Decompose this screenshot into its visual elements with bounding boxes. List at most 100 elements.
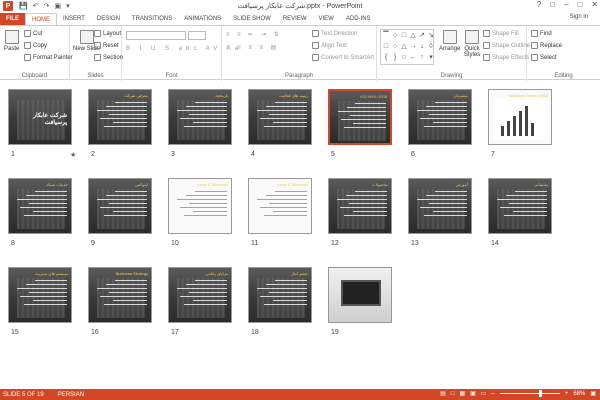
slide-thumbnail[interactable]: مشتریان [408, 89, 472, 145]
layout-label: Layout [103, 30, 122, 37]
format-painter-button[interactable]: Format Painter [24, 54, 73, 61]
tab-insert[interactable]: INSERT [57, 13, 91, 25]
transition-star-icon[interactable]: ★ [70, 151, 76, 159]
slide-thumbnail[interactable]: مزایای رقابتی [168, 267, 232, 323]
window-title: شرکت عابکار پرسپافت.pptx - PowerPoint [237, 3, 363, 10]
reset-label: Reset [103, 42, 119, 49]
tab-home[interactable]: HOME [25, 13, 57, 25]
notes-icon[interactable]: ▤ [440, 390, 446, 397]
font-name-combo[interactable] [126, 31, 186, 40]
close-icon[interactable]: ✕ [591, 0, 598, 9]
slide-thumbnail[interactable] [328, 267, 392, 323]
tab-transitions[interactable]: TRANSITIONS [126, 13, 178, 25]
slide-body-text [14, 280, 67, 308]
shapes-gallery[interactable]: ▔ ○ □ △ ↗ ↘ □ ○ △ → ↓ ◊ {} ☆ ← ↑ ▾ [380, 29, 434, 65]
text-direction-button[interactable]: Text Direction [312, 30, 357, 37]
slide-body-text [174, 102, 227, 130]
slide-thumbnail[interactable]: ISO 9001:2008 [328, 89, 392, 145]
slide-number: 8 [11, 240, 15, 247]
slide-thumbnail[interactable]: زمینه های فعالیت [248, 89, 312, 145]
slide-thumbnail[interactable]: Linux & Windows [248, 178, 312, 234]
slide-count[interactable]: SLIDE 5 OF 19 [3, 392, 44, 398]
normal-view-icon[interactable]: □ [451, 391, 455, 397]
ribbon-display-icon[interactable]: □ [550, 0, 555, 9]
start-from-beginning-icon[interactable]: ▣ [54, 2, 61, 10]
shape-fill-button[interactable]: Shape Fill [483, 30, 519, 37]
align-text-button[interactable]: Align Text [312, 42, 347, 49]
paste-button[interactable]: Paste [4, 30, 19, 52]
section-button[interactable]: Section [94, 54, 123, 61]
paragraph-group-label: Paragraph [284, 73, 314, 79]
redo-icon[interactable]: ↷ [44, 2, 50, 10]
slide-sorter[interactable]: شرکت عابکار پرسپافت 1 ★ معرفی شرکت 2 تاریخچه 3… [0, 81, 600, 389]
slide-heading: شرکت عابکار پرسپافت [33, 113, 67, 126]
undo-icon[interactable]: ↶ [33, 2, 39, 10]
slide-body-text [254, 191, 307, 219]
slide-thumbnail[interactable]: Windows Server 2008 [488, 89, 552, 145]
powerpoint-app-icon[interactable]: P [3, 1, 13, 11]
slide-thumbnail[interactable]: خدمات شبکه [8, 178, 72, 234]
select-button[interactable]: Select [531, 54, 557, 61]
align-text-label: Align Text [321, 42, 347, 49]
find-button[interactable]: Find [531, 30, 552, 37]
shape-outline-button[interactable]: Shape Outline [483, 42, 530, 49]
slide-body-text [494, 191, 547, 219]
slide-title: سیستم های مدیریت [34, 271, 68, 276]
zoom-slider-thumb[interactable] [538, 390, 542, 397]
font-group: B I U S abc AV Aa Font [122, 26, 238, 81]
zoom-out-icon[interactable]: – [491, 391, 494, 397]
cut-button[interactable]: Cut [24, 30, 42, 37]
slide-thumbnail[interactable]: Linux & Windows [168, 178, 232, 234]
help-icon[interactable]: ? [537, 0, 541, 9]
slide-thumbnail[interactable]: آموزش [408, 178, 472, 234]
list-buttons[interactable]: ≡ ≡ ⇤ ⇥ ⇅ [226, 31, 282, 38]
paste-label: Paste [4, 46, 20, 52]
slide-thumbnail[interactable]: شرکت عابکار پرسپافت [8, 89, 72, 145]
slide-thumbnail[interactable]: پشتیبانی [488, 178, 552, 234]
convert-smartart-button[interactable]: Convert to SmartArt [312, 54, 374, 61]
zoom-in-icon[interactable]: + [565, 391, 569, 397]
replace-button[interactable]: Replace [531, 42, 562, 49]
quick-styles-icon [465, 30, 479, 44]
save-icon[interactable]: 💾 [19, 2, 28, 10]
font-group-label: Font [165, 73, 178, 79]
customize-qat-icon[interactable]: ▾ [66, 2, 70, 10]
slide-thumbnail[interactable]: معرفی شرکت [88, 89, 152, 145]
zoom-slider[interactable] [499, 390, 560, 397]
zoom-level[interactable]: 68% [573, 391, 585, 397]
tab-view[interactable]: VIEW [313, 13, 340, 25]
tab-add-ins[interactable]: ADD-INS [340, 13, 377, 25]
reset-button[interactable]: Reset [94, 42, 119, 49]
slide-thumbnail[interactable]: تاریخچه [168, 89, 232, 145]
tab-design[interactable]: DESIGN [91, 13, 126, 25]
font-size-combo[interactable] [188, 31, 206, 40]
window-controls: ? □ – □ ✕ [537, 0, 598, 9]
slide-thumbnail[interactable]: سیستم های مدیریت [8, 267, 72, 323]
maximize-icon[interactable]: □ [577, 0, 582, 9]
layout-button[interactable]: Layout [94, 30, 121, 37]
language-indicator[interactable]: PERSIAN [58, 392, 84, 398]
reading-view-icon[interactable]: ▣ [470, 390, 476, 397]
slide-thumbnail[interactable]: محصولات [328, 178, 392, 234]
slide-number: 5 [331, 151, 335, 158]
sign-in-link[interactable]: Sign in [570, 14, 588, 20]
slideshow-view-icon[interactable]: ▭ [481, 390, 487, 397]
slide-sorter-view-icon[interactable]: ▦ [459, 390, 465, 397]
slide-thumbnail[interactable]: لینوکس [88, 178, 152, 234]
minimize-icon[interactable]: – [564, 0, 568, 9]
tab-slide-show[interactable]: SLIDE SHOW [227, 13, 277, 25]
shape-effects-button[interactable]: Shape Effects [483, 54, 529, 61]
quick-styles-button[interactable]: Quick Styles [461, 30, 483, 58]
slide-title: محصولات [371, 182, 388, 187]
slide-body-text [414, 102, 467, 130]
arrange-button[interactable]: Arrange [439, 30, 460, 52]
align-buttons[interactable]: ≡ ≡ ≡ ≡ ▤ [226, 44, 279, 51]
slide-thumbnail[interactable]: چشم انداز [248, 267, 312, 323]
tab-review[interactable]: REVIEW [277, 13, 313, 25]
fit-slide-icon[interactable]: ▣ [590, 390, 596, 397]
copy-button[interactable]: Copy [24, 42, 47, 49]
tab-animations[interactable]: ANIMATIONS [178, 13, 227, 25]
slide-thumbnail[interactable]: Business Strategy [88, 267, 152, 323]
tab-file[interactable]: FILE [0, 13, 25, 25]
slide-number: 4 [251, 151, 255, 158]
